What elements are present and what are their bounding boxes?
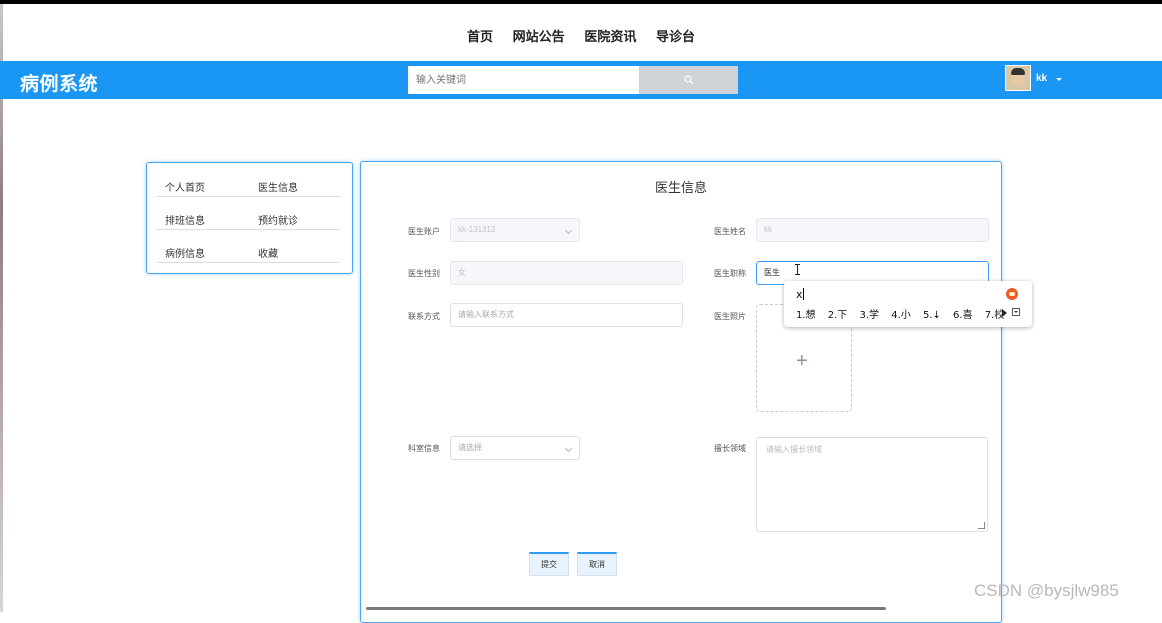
submit-button[interactable]: 提交 [529,552,569,576]
sidebar-item-appointment[interactable]: 预约就诊 [258,212,298,227]
sidebar-item-case-info[interactable]: 病例信息 [165,245,205,260]
chevron-down-icon [564,444,573,453]
top-nav: 首页 网站公告 医院资讯 导诊台 [0,26,1162,45]
expertise-placeholder: 请输入擅长领域 [766,445,822,454]
ime-composition: x [796,288,803,301]
plus-icon: + [796,350,808,372]
sidebar-item-personal-home[interactable]: 个人首页 [165,179,205,194]
ime-candidate[interactable]: 1.想 [796,310,816,321]
job-title-value: 医生 [764,268,780,277]
department-select[interactable]: 请选择 [450,436,580,460]
search-icon [683,75,693,85]
nav-announcements[interactable]: 网站公告 [513,26,565,45]
job-title-label: 医生职称 [714,269,746,278]
contact-field[interactable]: 请输入联系方式 [450,303,683,327]
account-label: 医生账户 [408,227,440,236]
gender-label: 医生性别 [408,269,440,278]
text-cursor-icon [795,264,800,275]
name-label: 医生姓名 [714,227,746,236]
photo-label: 医生照片 [714,312,746,321]
username[interactable]: kk [1036,73,1047,84]
sidebar-row: 排班信息 预约就诊 [157,196,340,230]
account-select: kk-131313 [450,218,580,242]
expertise-textarea[interactable]: 请输入擅长领域 [756,437,988,532]
department-placeholder: 请选择 [458,443,482,452]
ime-expand-icon[interactable] [1012,308,1020,316]
nav-hospital-news[interactable]: 医院资讯 [584,26,636,45]
page-title: 医生信息 [654,180,707,195]
search-input[interactable] [408,66,639,94]
gender-field: 女 [450,261,683,285]
ime-candidate[interactable]: 4.小 [891,310,911,321]
expertise-label: 擅长领域 [714,444,746,453]
name-value: kk [764,225,772,234]
sidebar-item-favorites[interactable]: 收藏 [258,245,278,260]
app-header: 病例系统 kk [0,61,1162,99]
watermark: CSDN @bysjlw985 [974,581,1119,600]
account-value: kk-131313 [458,225,496,234]
contact-placeholder: 请输入联系方式 [458,310,514,319]
sidebar-item-schedule[interactable]: 排班信息 [165,212,205,227]
ime-prev-page-icon[interactable] [996,310,1000,316]
ime-candidate-window: x 1.想 2.下 3.学 4.小 5.↓ 6.喜 7.校 [784,281,1032,327]
chevron-down-icon[interactable] [1056,78,1062,81]
ime-candidates: 1.想 2.下 3.学 4.小 5.↓ 6.喜 7.校 [796,306,1013,321]
search-button[interactable] [639,66,738,94]
window-top-border [0,0,1162,4]
name-field: kk [756,218,989,242]
sidebar-menu: 个人首页 医生信息 排班信息 预约就诊 病例信息 收藏 [146,162,353,274]
gender-value: 女 [458,268,466,277]
ime-candidate[interactable]: 3.学 [859,310,879,321]
avatar[interactable] [1005,65,1031,91]
nav-triage[interactable]: 导诊台 [656,26,695,45]
ime-candidate[interactable]: 6.喜 [953,310,973,321]
nav-home[interactable]: 首页 [467,26,493,45]
brand-title: 病例系统 [20,74,99,95]
sidebar-row: 个人首页 医生信息 [157,163,340,197]
doctor-info-panel: 医生信息 医生账户 kk-131313 医生姓名 kk 医生性别 女 医生职称 … [360,161,1002,623]
horizontal-scrollbar[interactable] [366,607,886,610]
cancel-button[interactable]: 取消 [577,552,617,576]
ime-candidate[interactable]: 2.下 [828,310,848,321]
ime-next-page-icon[interactable] [1002,309,1007,317]
avatar-hair [1011,68,1025,75]
sidebar-item-doctor-info[interactable]: 医生信息 [258,179,298,194]
department-label: 科室信息 [408,444,440,453]
ime-logo-icon[interactable] [1006,288,1018,300]
sidebar-row: 病例信息 收藏 [157,229,340,263]
chevron-down-icon [564,226,573,235]
contact-label: 联系方式 [408,312,440,321]
resize-handle-icon[interactable] [978,522,985,529]
ime-caret [803,288,804,300]
ime-candidate[interactable]: 5.↓ [923,310,941,321]
